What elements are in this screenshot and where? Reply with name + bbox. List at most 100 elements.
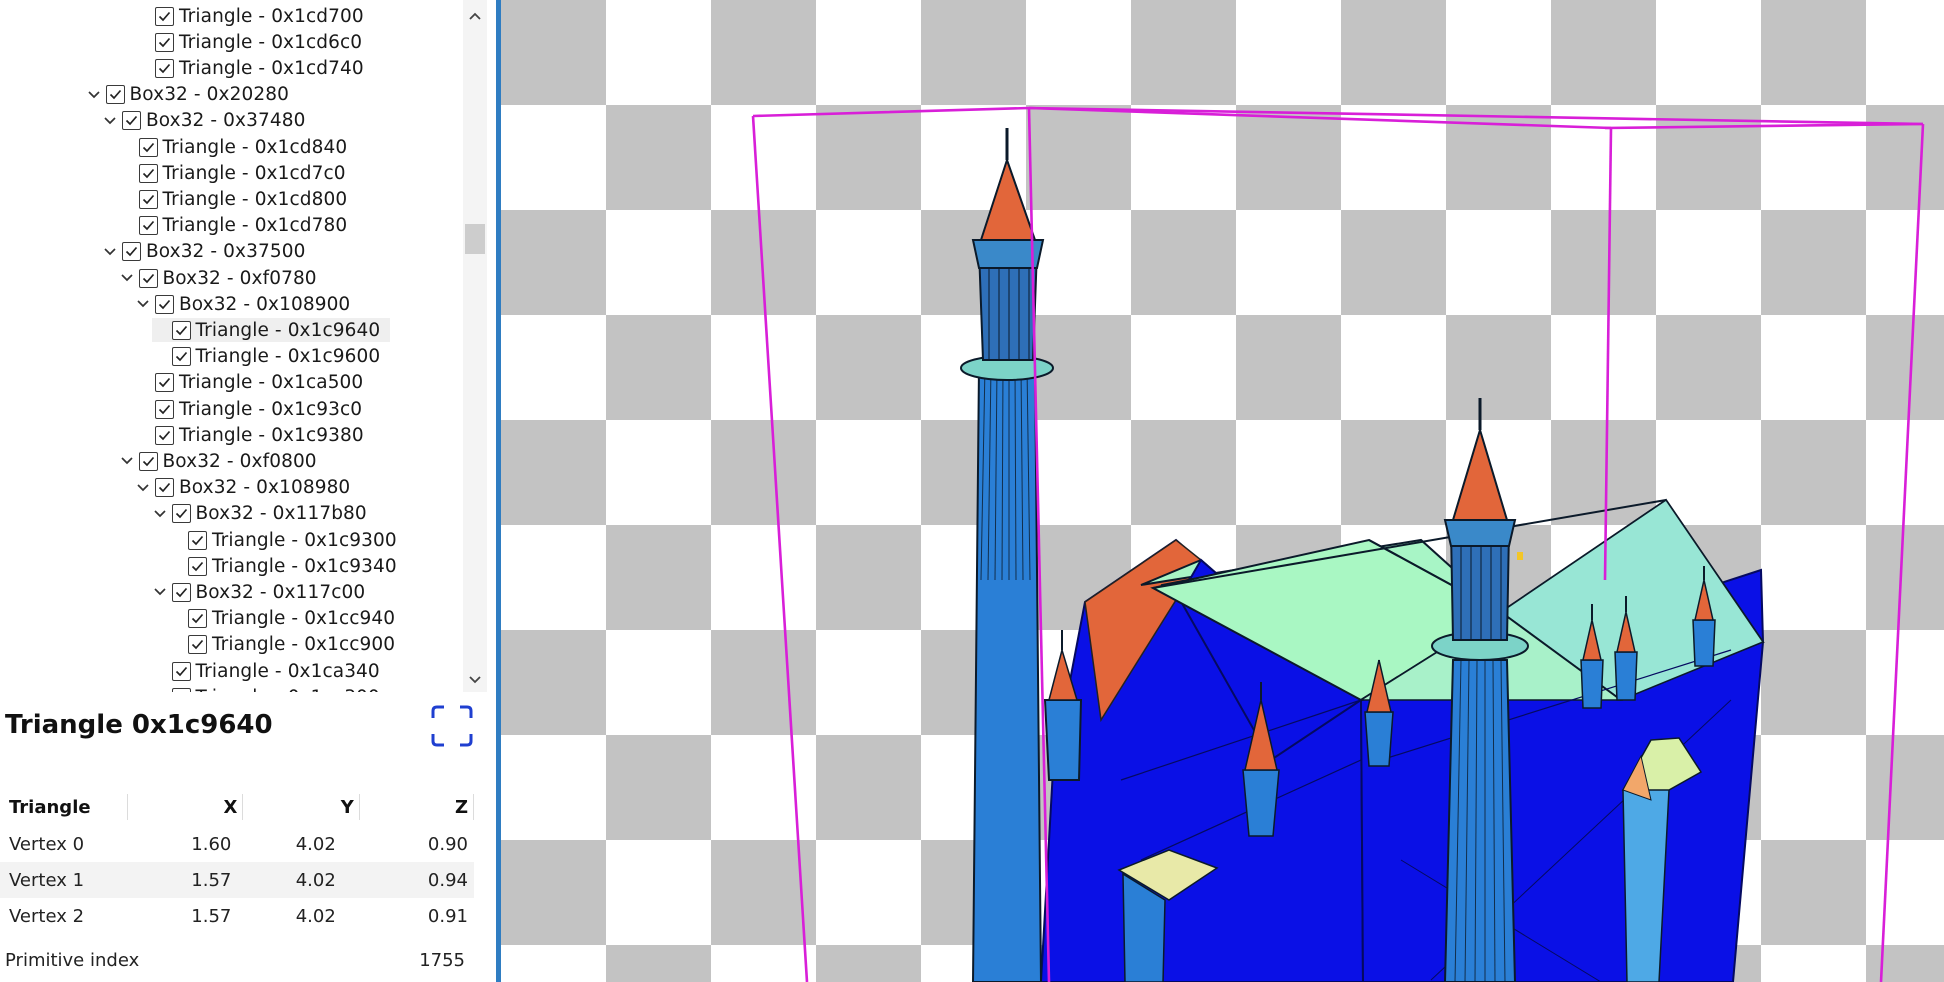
tree-node-triangle[interactable]: Triangle - 0x1ca340: [0, 658, 462, 684]
tree-node-label: Triangle - 0x1cd6c0: [179, 31, 363, 53]
checkmark-icon: [142, 273, 154, 283]
expand-chevron-icon[interactable]: [119, 270, 135, 286]
tree-node-triangle[interactable]: Triangle - 0x1cc940: [0, 606, 462, 632]
tree-node-triangle[interactable]: Triangle - 0x1ca300: [0, 684, 462, 692]
tree-node-label: Triangle - 0x1cd800: [162, 188, 348, 210]
column-header-name[interactable]: Triangle: [0, 788, 129, 826]
visibility-checkbox[interactable]: [171, 687, 191, 692]
tree-node-triangle[interactable]: Triangle - 0x1cc900: [0, 632, 462, 658]
tree-node-label: Triangle - 0x1c9300: [212, 529, 397, 551]
scroll-down-button[interactable]: [463, 668, 487, 692]
visibility-checkbox[interactable]: [122, 242, 141, 262]
visibility-checkbox[interactable]: [155, 425, 174, 445]
checkmark-icon: [175, 666, 187, 676]
tree-node-box[interactable]: Box32 - 0xf0800: [0, 448, 462, 474]
expand-chevron-icon[interactable]: [135, 480, 151, 496]
visibility-checkbox[interactable]: [155, 373, 174, 393]
tree-node-label: Triangle - 0x1cc940: [212, 608, 396, 630]
tree-node-triangle[interactable]: Triangle - 0x1c9340: [0, 553, 462, 579]
table-row[interactable]: Vertex 2 1.57 4.02 0.91: [0, 898, 474, 934]
tree-node-triangle[interactable]: Triangle - 0x1cd7c0: [0, 160, 462, 186]
visibility-checkbox[interactable]: [155, 399, 174, 419]
visibility-checkbox[interactable]: [188, 530, 207, 550]
visibility-checkbox[interactable]: [155, 58, 174, 78]
tree-node-triangle[interactable]: Triangle - 0x1cd800: [0, 186, 462, 212]
tree-node-label: Triangle - 0x1c9640: [195, 319, 381, 341]
vertex-name: Vertex 2: [9, 905, 85, 927]
visibility-checkbox[interactable]: [171, 661, 191, 681]
visibility-checkbox[interactable]: [138, 216, 158, 236]
checkmark-icon: [175, 509, 187, 519]
expand-chevron-icon[interactable]: [119, 453, 135, 469]
visibility-checkbox[interactable]: [155, 6, 174, 26]
tree-node-triangle[interactable]: Triangle - 0x1cd700: [0, 3, 462, 29]
visibility-checkbox[interactable]: [138, 268, 158, 288]
expand-chevron-icon[interactable]: [102, 113, 118, 129]
expand-chevron-icon[interactable]: [135, 296, 151, 312]
tree-node-box[interactable]: Box32 - 0x37500: [0, 239, 462, 265]
tree-node-label: Triangle - 0x1c93c0: [179, 398, 363, 420]
checkmark-icon: [191, 535, 204, 545]
fit-to-view-button[interactable]: [430, 704, 474, 748]
tree-node-triangle[interactable]: Triangle - 0x1c9380: [0, 422, 462, 448]
tree-node-box[interactable]: Box32 - 0xf0780: [0, 265, 462, 291]
tree-node-label: Triangle - 0x1cc900: [212, 634, 396, 656]
scroll-thumb[interactable]: [465, 224, 485, 254]
expand-chevron-icon[interactable]: [102, 244, 118, 260]
visibility-checkbox[interactable]: [171, 582, 191, 602]
visibility-checkbox[interactable]: [122, 111, 141, 131]
vertex-x: 1.57: [191, 905, 232, 927]
visibility-checkbox[interactable]: [105, 85, 125, 105]
chevron-down-icon: [469, 676, 481, 684]
render-viewport[interactable]: [501, 0, 1944, 982]
checkmark-icon: [158, 37, 171, 47]
tree-node-triangle[interactable]: Triangle - 0x1c93c0: [0, 396, 462, 422]
visibility-checkbox[interactable]: [138, 451, 158, 471]
visibility-checkbox[interactable]: [138, 137, 158, 157]
visibility-checkbox[interactable]: [188, 635, 207, 655]
visibility-checkbox[interactable]: [171, 347, 191, 367]
expand-chevron-icon[interactable]: [152, 506, 168, 522]
visibility-checkbox[interactable]: [188, 609, 207, 629]
visibility-checkbox[interactable]: [171, 504, 191, 524]
tree-node-triangle[interactable]: Triangle - 0x1cd740: [0, 55, 462, 81]
visibility-checkbox[interactable]: [138, 189, 158, 209]
tree-node-box[interactable]: Box32 - 0x37480: [0, 108, 462, 134]
tree-node-triangle[interactable]: Triangle - 0x1ca500: [0, 370, 462, 396]
tree-node-triangle[interactable]: Triangle - 0x1cd6c0: [0, 29, 462, 55]
expand-chevron-icon[interactable]: [152, 584, 168, 600]
tree-node-box[interactable]: Box32 - 0x117c00: [0, 579, 462, 605]
bvh-tree[interactable]: Triangle - 0x1cd700 Triangle - 0x1cd6c0 Tr…: [0, 0, 462, 692]
tree-node-triangle[interactable]: Triangle - 0x1cd840: [0, 134, 462, 160]
column-header-z[interactable]: Z: [360, 788, 474, 826]
expand-chevron-icon[interactable]: [86, 87, 102, 103]
visibility-checkbox[interactable]: [138, 163, 158, 183]
table-row[interactable]: Vertex 1 1.57 4.02 0.94: [0, 862, 474, 898]
tree-node-label: Triangle - 0x1ca500: [179, 372, 364, 394]
column-header-x[interactable]: X: [128, 788, 244, 826]
tree-node-label: Triangle - 0x1c9380: [179, 424, 364, 446]
tree-node-label: Box32 - 0xf0800: [162, 450, 317, 472]
table-row[interactable]: Vertex 0 1.60 4.02 0.90: [0, 826, 474, 862]
checkmark-icon: [142, 221, 154, 231]
column-header-y[interactable]: Y: [243, 788, 360, 826]
visibility-checkbox[interactable]: [155, 478, 174, 498]
tree-node-triangle[interactable]: Triangle - 0x1cd780: [0, 213, 462, 239]
tree-scrollbar[interactable]: [463, 0, 487, 692]
tree-node-box[interactable]: Box32 - 0x117b80: [0, 501, 462, 527]
vertex-name: Vertex 0: [9, 833, 85, 855]
visibility-checkbox[interactable]: [155, 294, 174, 314]
vertex-y: 4.02: [295, 833, 336, 855]
visibility-checkbox[interactable]: [171, 320, 191, 340]
tree-node-box[interactable]: Box32 - 0x20280: [0, 82, 462, 108]
tree-node-triangle[interactable]: Triangle - 0x1c9640: [0, 317, 462, 343]
tree-node-triangle[interactable]: Triangle - 0x1c9300: [0, 527, 462, 553]
visibility-checkbox[interactable]: [188, 556, 207, 576]
visibility-checkbox[interactable]: [155, 32, 174, 52]
tree-node-box[interactable]: Box32 - 0x108900: [0, 291, 462, 317]
vertex-x: 1.60: [191, 833, 232, 855]
tree-node-box[interactable]: Box32 - 0x108980: [0, 475, 462, 501]
tree-node-triangle[interactable]: Triangle - 0x1c9600: [0, 344, 462, 370]
tree-node-label: Triangle - 0x1cd840: [162, 136, 348, 158]
scroll-up-button[interactable]: [463, 4, 487, 28]
